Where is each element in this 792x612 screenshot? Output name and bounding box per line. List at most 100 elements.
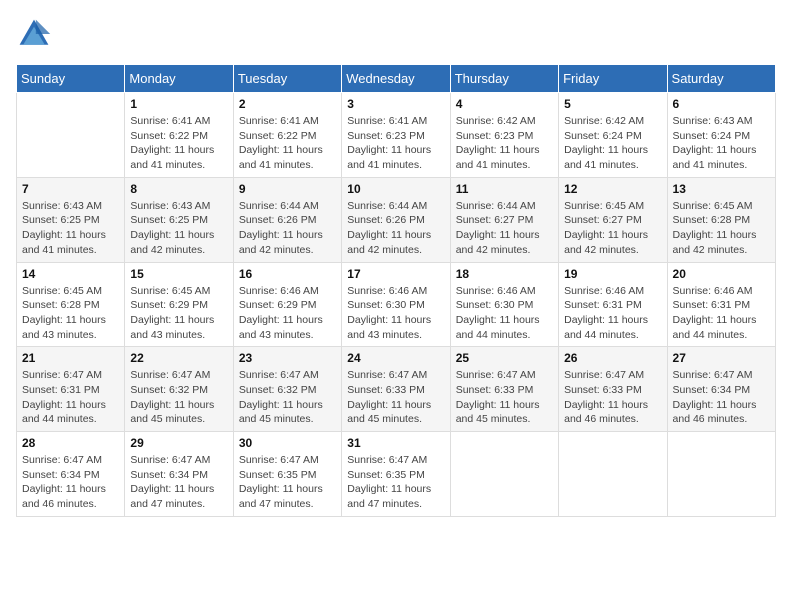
calendar-day-cell: 28 Sunrise: 6:47 AM Sunset: 6:34 PM Dayl…: [17, 432, 125, 517]
day-detail: Sunrise: 6:46 AM Sunset: 6:30 PM Dayligh…: [347, 284, 444, 343]
sunset: Sunset: 6:29 PM: [239, 298, 336, 313]
day-detail: Sunrise: 6:44 AM Sunset: 6:26 PM Dayligh…: [239, 199, 336, 258]
calendar-day-cell: 18 Sunrise: 6:46 AM Sunset: 6:30 PM Dayl…: [450, 262, 558, 347]
day-detail: Sunrise: 6:44 AM Sunset: 6:26 PM Dayligh…: [347, 199, 444, 258]
sunset: Sunset: 6:22 PM: [130, 129, 227, 144]
day-number: 11: [456, 182, 553, 196]
day-detail: Sunrise: 6:46 AM Sunset: 6:31 PM Dayligh…: [564, 284, 661, 343]
calendar-day-cell: 30 Sunrise: 6:47 AM Sunset: 6:35 PM Dayl…: [233, 432, 341, 517]
sunset: Sunset: 6:33 PM: [564, 383, 661, 398]
weekday-header-wednesday: Wednesday: [342, 65, 450, 93]
weekday-header-sunday: Sunday: [17, 65, 125, 93]
daylight: Daylight: 11 hours and 42 minutes.: [673, 228, 770, 257]
calendar-day-cell: 19 Sunrise: 6:46 AM Sunset: 6:31 PM Dayl…: [559, 262, 667, 347]
day-number: 28: [22, 436, 119, 450]
daylight: Daylight: 11 hours and 42 minutes.: [564, 228, 661, 257]
day-detail: Sunrise: 6:46 AM Sunset: 6:31 PM Dayligh…: [673, 284, 770, 343]
weekday-header-tuesday: Tuesday: [233, 65, 341, 93]
sunrise: Sunrise: 6:47 AM: [456, 368, 553, 383]
sunset: Sunset: 6:32 PM: [130, 383, 227, 398]
calendar-day-cell: [559, 432, 667, 517]
sunset: Sunset: 6:28 PM: [673, 213, 770, 228]
sunrise: Sunrise: 6:45 AM: [564, 199, 661, 214]
sunrise: Sunrise: 6:44 AM: [456, 199, 553, 214]
sunrise: Sunrise: 6:47 AM: [22, 368, 119, 383]
daylight: Daylight: 11 hours and 41 minutes.: [239, 143, 336, 172]
calendar-table: SundayMondayTuesdayWednesdayThursdayFrid…: [16, 64, 776, 517]
day-detail: Sunrise: 6:44 AM Sunset: 6:27 PM Dayligh…: [456, 199, 553, 258]
calendar-day-cell: 2 Sunrise: 6:41 AM Sunset: 6:22 PM Dayli…: [233, 93, 341, 178]
daylight: Daylight: 11 hours and 45 minutes.: [130, 398, 227, 427]
calendar-day-cell: 6 Sunrise: 6:43 AM Sunset: 6:24 PM Dayli…: [667, 93, 775, 178]
sunset: Sunset: 6:31 PM: [22, 383, 119, 398]
daylight: Daylight: 11 hours and 43 minutes.: [239, 313, 336, 342]
day-detail: Sunrise: 6:47 AM Sunset: 6:35 PM Dayligh…: [347, 453, 444, 512]
sunrise: Sunrise: 6:41 AM: [347, 114, 444, 129]
day-detail: Sunrise: 6:47 AM Sunset: 6:32 PM Dayligh…: [130, 368, 227, 427]
day-detail: Sunrise: 6:47 AM Sunset: 6:34 PM Dayligh…: [130, 453, 227, 512]
daylight: Daylight: 11 hours and 41 minutes.: [456, 143, 553, 172]
calendar-day-cell: 12 Sunrise: 6:45 AM Sunset: 6:27 PM Dayl…: [559, 177, 667, 262]
sunset: Sunset: 6:23 PM: [456, 129, 553, 144]
calendar-day-cell: 27 Sunrise: 6:47 AM Sunset: 6:34 PM Dayl…: [667, 347, 775, 432]
daylight: Daylight: 11 hours and 47 minutes.: [130, 482, 227, 511]
daylight: Daylight: 11 hours and 45 minutes.: [456, 398, 553, 427]
day-number: 19: [564, 267, 661, 281]
day-number: 16: [239, 267, 336, 281]
day-number: 17: [347, 267, 444, 281]
day-number: 7: [22, 182, 119, 196]
calendar-week-1: 1 Sunrise: 6:41 AM Sunset: 6:22 PM Dayli…: [17, 93, 776, 178]
day-number: 5: [564, 97, 661, 111]
day-detail: Sunrise: 6:45 AM Sunset: 6:28 PM Dayligh…: [673, 199, 770, 258]
page-header: [16, 16, 776, 52]
day-detail: Sunrise: 6:43 AM Sunset: 6:25 PM Dayligh…: [130, 199, 227, 258]
sunset: Sunset: 6:34 PM: [130, 468, 227, 483]
calendar-day-cell: 5 Sunrise: 6:42 AM Sunset: 6:24 PM Dayli…: [559, 93, 667, 178]
daylight: Daylight: 11 hours and 42 minutes.: [347, 228, 444, 257]
day-number: 20: [673, 267, 770, 281]
sunset: Sunset: 6:32 PM: [239, 383, 336, 398]
sunrise: Sunrise: 6:47 AM: [239, 368, 336, 383]
sunrise: Sunrise: 6:47 AM: [347, 368, 444, 383]
day-number: 21: [22, 351, 119, 365]
day-number: 9: [239, 182, 336, 196]
calendar-day-cell: 26 Sunrise: 6:47 AM Sunset: 6:33 PM Dayl…: [559, 347, 667, 432]
day-number: 4: [456, 97, 553, 111]
day-detail: Sunrise: 6:47 AM Sunset: 6:34 PM Dayligh…: [22, 453, 119, 512]
daylight: Daylight: 11 hours and 41 minutes.: [22, 228, 119, 257]
sunset: Sunset: 6:34 PM: [673, 383, 770, 398]
daylight: Daylight: 11 hours and 43 minutes.: [22, 313, 119, 342]
sunset: Sunset: 6:31 PM: [564, 298, 661, 313]
calendar-day-cell: 13 Sunrise: 6:45 AM Sunset: 6:28 PM Dayl…: [667, 177, 775, 262]
day-detail: Sunrise: 6:42 AM Sunset: 6:24 PM Dayligh…: [564, 114, 661, 173]
sunrise: Sunrise: 6:44 AM: [347, 199, 444, 214]
calendar-day-cell: [450, 432, 558, 517]
weekday-header-saturday: Saturday: [667, 65, 775, 93]
calendar-day-cell: 17 Sunrise: 6:46 AM Sunset: 6:30 PM Dayl…: [342, 262, 450, 347]
sunrise: Sunrise: 6:45 AM: [22, 284, 119, 299]
logo-icon: [16, 16, 52, 52]
day-number: 10: [347, 182, 444, 196]
sunrise: Sunrise: 6:47 AM: [130, 368, 227, 383]
daylight: Daylight: 11 hours and 44 minutes.: [22, 398, 119, 427]
day-detail: Sunrise: 6:47 AM Sunset: 6:33 PM Dayligh…: [564, 368, 661, 427]
calendar-week-5: 28 Sunrise: 6:47 AM Sunset: 6:34 PM Dayl…: [17, 432, 776, 517]
sunrise: Sunrise: 6:41 AM: [130, 114, 227, 129]
day-number: 6: [673, 97, 770, 111]
weekday-header-thursday: Thursday: [450, 65, 558, 93]
daylight: Daylight: 11 hours and 41 minutes.: [564, 143, 661, 172]
day-number: 31: [347, 436, 444, 450]
calendar-day-cell: 10 Sunrise: 6:44 AM Sunset: 6:26 PM Dayl…: [342, 177, 450, 262]
calendar-day-cell: 15 Sunrise: 6:45 AM Sunset: 6:29 PM Dayl…: [125, 262, 233, 347]
calendar-day-cell: [17, 93, 125, 178]
calendar-day-cell: 31 Sunrise: 6:47 AM Sunset: 6:35 PM Dayl…: [342, 432, 450, 517]
calendar-day-cell: 3 Sunrise: 6:41 AM Sunset: 6:23 PM Dayli…: [342, 93, 450, 178]
sunrise: Sunrise: 6:46 AM: [347, 284, 444, 299]
sunrise: Sunrise: 6:43 AM: [130, 199, 227, 214]
calendar-day-cell: 1 Sunrise: 6:41 AM Sunset: 6:22 PM Dayli…: [125, 93, 233, 178]
sunset: Sunset: 6:35 PM: [347, 468, 444, 483]
daylight: Daylight: 11 hours and 43 minutes.: [130, 313, 227, 342]
day-detail: Sunrise: 6:47 AM Sunset: 6:35 PM Dayligh…: [239, 453, 336, 512]
sunrise: Sunrise: 6:41 AM: [239, 114, 336, 129]
sunrise: Sunrise: 6:44 AM: [239, 199, 336, 214]
